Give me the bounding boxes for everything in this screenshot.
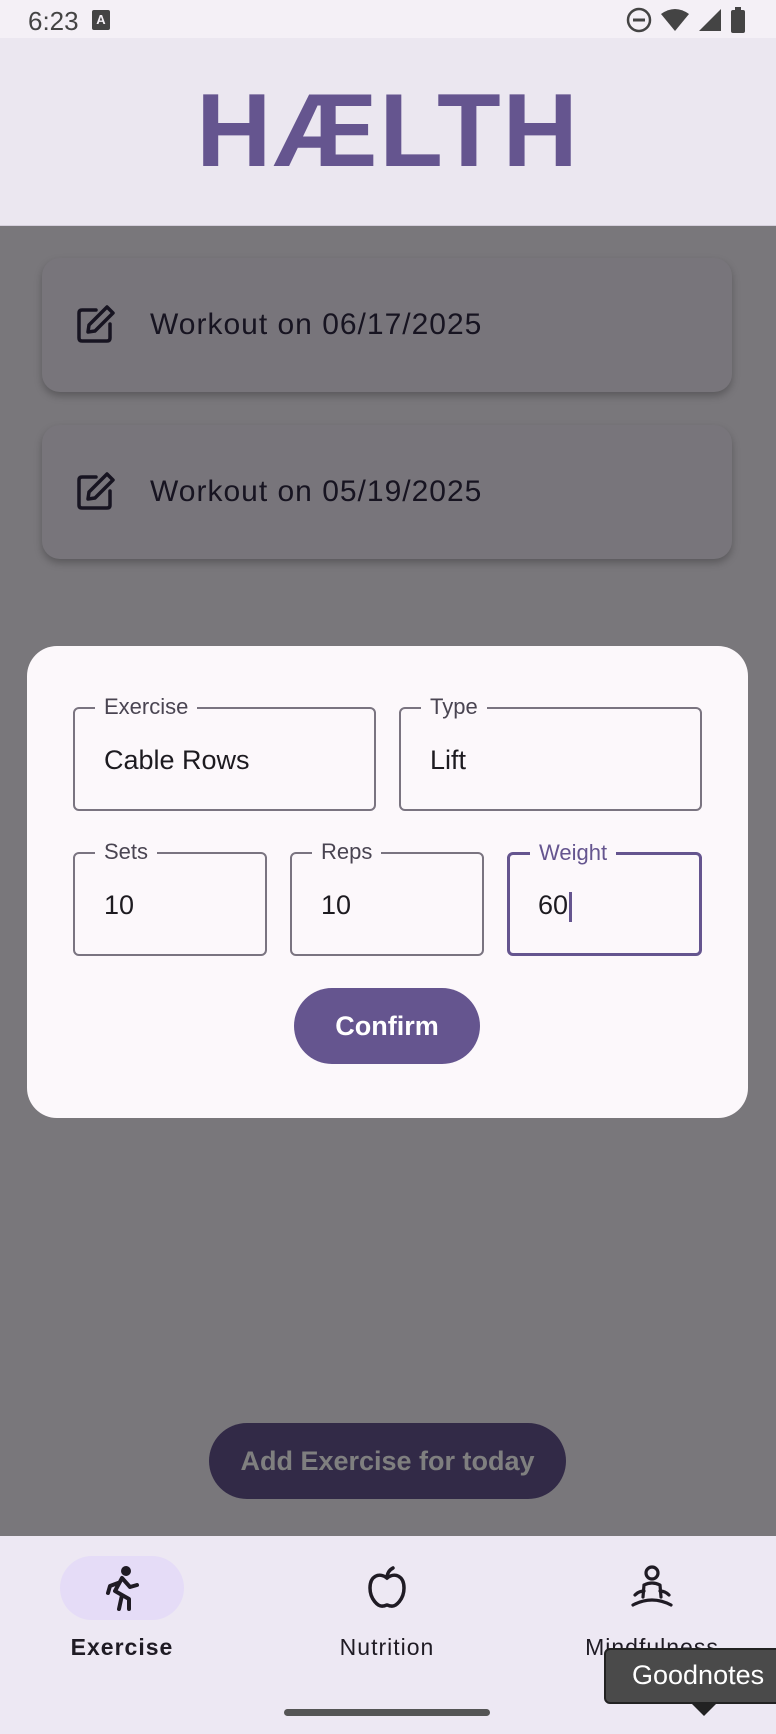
reps-field-value[interactable]: 10 bbox=[321, 890, 351, 921]
app-title: HÆLTH bbox=[196, 73, 580, 189]
exercise-field-value[interactable]: Cable Rows bbox=[104, 745, 250, 776]
nav-label-exercise: Exercise bbox=[70, 1634, 174, 1660]
reps-field[interactable]: Reps 10 bbox=[290, 838, 484, 956]
reps-field-label: Reps bbox=[312, 838, 382, 866]
weight-field-value[interactable]: 60 bbox=[538, 890, 568, 920]
do-not-disturb-icon bbox=[626, 7, 652, 33]
run-icon bbox=[106, 1566, 139, 1611]
bottom-nav: Exercise Nutrition Mindfulness bbox=[0, 1536, 776, 1734]
type-field-value[interactable]: Lift bbox=[430, 745, 466, 776]
confirm-button[interactable]: Confirm bbox=[294, 988, 480, 1064]
type-field-label: Type bbox=[421, 693, 487, 721]
battery-icon bbox=[731, 7, 745, 33]
nav-pill bbox=[325, 1556, 449, 1620]
sets-field[interactable]: Sets 10 bbox=[73, 838, 267, 956]
apple-icon bbox=[368, 1566, 406, 1608]
add-exercise-dialog: Exercise Cable Rows Type Lift Sets 10 Re… bbox=[27, 646, 748, 1118]
nav-label-nutrition: Nutrition bbox=[339, 1634, 435, 1660]
notification-icon: A bbox=[92, 10, 110, 30]
status-bar: 6:23 A bbox=[0, 0, 776, 38]
sets-field-label: Sets bbox=[95, 838, 158, 866]
nav-item-nutrition[interactable]: Nutrition bbox=[287, 1556, 487, 1661]
status-icons bbox=[626, 7, 746, 33]
nav-item-mindfulness[interactable]: Mindfulness bbox=[552, 1556, 752, 1661]
signal-icon bbox=[699, 9, 721, 31]
nav-pill-active bbox=[60, 1556, 184, 1620]
text-caret bbox=[569, 891, 573, 922]
nav-pill bbox=[590, 1556, 714, 1620]
weight-field-value-wrap[interactable]: 60 bbox=[538, 890, 573, 922]
type-field[interactable]: Type Lift bbox=[399, 693, 702, 811]
status-time: 6:23 bbox=[28, 6, 79, 36]
sets-field-value[interactable]: 10 bbox=[104, 890, 134, 921]
tooltip: Goodnotes bbox=[604, 1648, 776, 1704]
exercise-field-label: Exercise bbox=[95, 693, 198, 721]
tooltip-arrow bbox=[690, 1702, 718, 1716]
meditation-icon bbox=[631, 1565, 673, 1607]
home-indicator[interactable] bbox=[284, 1709, 490, 1716]
exercise-field[interactable]: Exercise Cable Rows bbox=[73, 693, 376, 811]
app-header: HÆLTH bbox=[0, 38, 776, 226]
weight-field-label: Weight bbox=[530, 839, 617, 867]
nav-item-exercise[interactable]: Exercise bbox=[22, 1556, 222, 1661]
wifi-icon bbox=[661, 9, 689, 31]
weight-field[interactable]: Weight 60 bbox=[507, 839, 702, 956]
